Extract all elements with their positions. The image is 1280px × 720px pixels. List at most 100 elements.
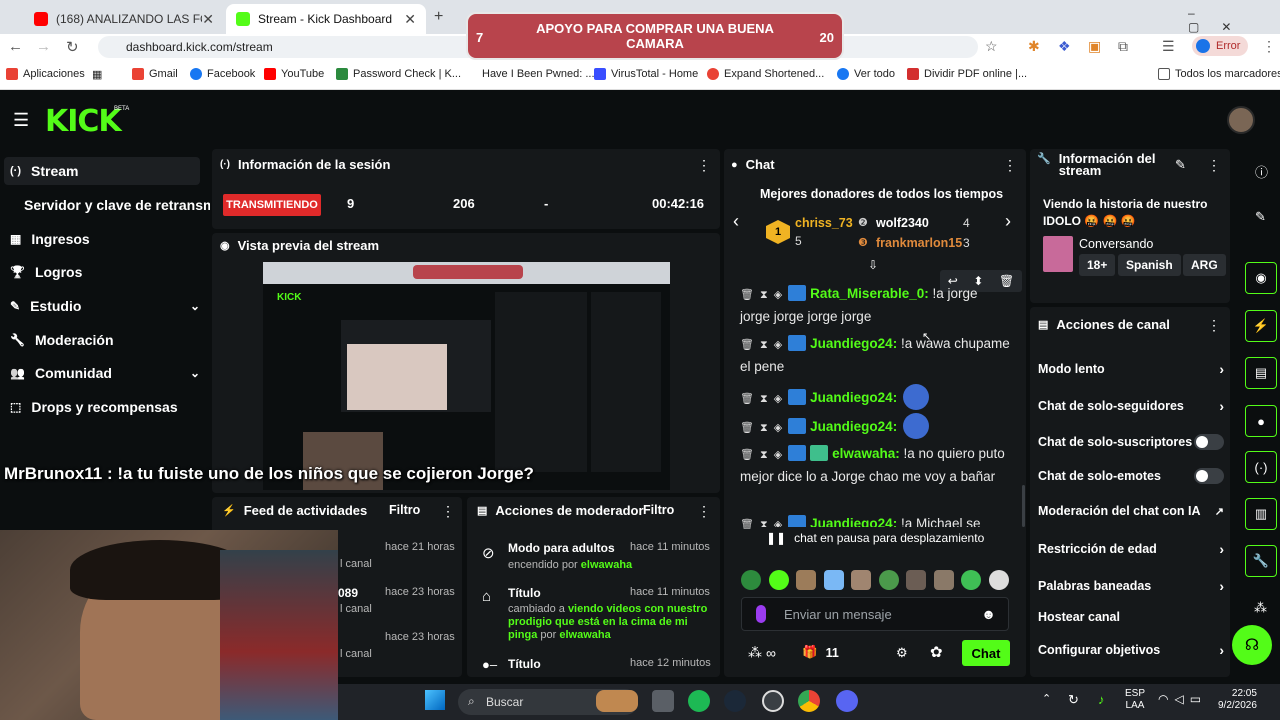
rail-bolt-icon[interactable]: ⚡: [1245, 310, 1277, 342]
kebab-menu-icon[interactable]: ⋮: [697, 157, 711, 174]
emote-icon[interactable]: [988, 570, 1009, 590]
windows-start-icon[interactable]: [425, 690, 445, 710]
rail-document-icon[interactable]: ▤: [1245, 357, 1277, 389]
chrome-icon[interactable]: [798, 690, 820, 712]
chat-paused-banner[interactable]: ❚❚ chat en pausa para desplazamiento: [760, 527, 1000, 549]
shield-icon[interactable]: ◈: [774, 449, 782, 461]
kick-logo[interactable]: KICK: [45, 104, 122, 139]
close-tab-icon[interactable]: ✕: [202, 11, 214, 28]
shield-icon[interactable]: ◈: [774, 289, 782, 301]
chat-message[interactable]: 🗑 ⧗ ◈ Juandiego24:: [740, 384, 1010, 410]
trash-icon[interactable]: 🗑: [740, 339, 754, 351]
chat-message[interactable]: 🗑 ⧗ ◈ Juandiego24: !a wawa chupame el pene: [740, 333, 1010, 377]
bookmark-pdf[interactable]: Dividir PDF online |...: [907, 68, 1027, 80]
sidebar-item-moderacion[interactable]: 🔧 Moderación: [10, 326, 200, 354]
bookmark-all[interactable]: Todos los marcadores: [1158, 68, 1280, 80]
tray-mic-icon[interactable]: ♪: [1098, 692, 1105, 707]
rail-broadcast-icon[interactable]: (·): [1245, 451, 1277, 483]
profile-error-button[interactable]: Error: [1192, 36, 1248, 56]
steam-icon[interactable]: [724, 690, 746, 712]
extensions-puzzle-icon[interactable]: ⧉: [1118, 38, 1128, 55]
action-configure-goals[interactable]: Configurar objetivos ›: [1038, 642, 1224, 658]
sidebar-item-stream[interactable]: (·) Stream: [4, 157, 200, 185]
chat-message[interactable]: 🗑 ⧗ ◈ elwawaha: !a no quiero puto mejor dic…: [740, 443, 1010, 487]
action-banned-words[interactable]: Palabras baneadas ›: [1038, 578, 1224, 594]
action-host-channel[interactable]: Hostear canal: [1038, 610, 1224, 624]
back-icon[interactable]: ←: [8, 38, 23, 55]
browser-tab-kick[interactable]: Stream - Kick Dashboard ✕: [226, 4, 426, 34]
window-controls[interactable]: –▢✕: [1188, 6, 1280, 34]
feed-filter-button[interactable]: Filtro: [389, 503, 420, 517]
trash-icon[interactable]: 🗑: [740, 393, 754, 405]
timeout-icon[interactable]: ⧗: [760, 422, 768, 434]
bookmark-star-icon[interactable]: ☆: [985, 38, 998, 55]
action-slow-mode[interactable]: Modo lento ›: [1038, 361, 1224, 377]
emote-picker-icon[interactable]: ✿: [930, 643, 943, 661]
stream-preview-video[interactable]: KICK: [263, 262, 670, 490]
bookmark-password-check[interactable]: Password Check | K...: [336, 68, 461, 80]
reload-icon[interactable]: ↻: [66, 38, 79, 56]
bookmark-ver-todo[interactable]: Ver todo: [837, 68, 895, 80]
kebab-menu-icon[interactable]: ⋮: [1207, 157, 1221, 174]
timeout-icon[interactable]: ⧗: [760, 339, 768, 351]
task-view-icon[interactable]: [652, 690, 674, 712]
timeout-icon[interactable]: ⧗: [760, 449, 768, 461]
tray-sync-icon[interactable]: ↻: [1068, 692, 1079, 708]
taskbar-widget-icon[interactable]: [596, 690, 638, 712]
sidebar-item-comunidad[interactable]: 👥 Comunidad ⌄: [10, 359, 200, 387]
emotes-only-toggle[interactable]: [1194, 468, 1224, 484]
info-icon[interactable]: ⓘ: [1255, 162, 1268, 181]
sidebar-item-logros[interactable]: 🏆 Logros: [10, 258, 200, 286]
emote-icon[interactable]: [741, 570, 761, 590]
spotify-icon[interactable]: [688, 690, 710, 712]
tray-network-volume-battery[interactable]: ◠◁▭: [1158, 692, 1207, 706]
tab-groups-icon[interactable]: ▦: [92, 68, 102, 81]
action-subscribers-only[interactable]: Chat de solo-suscriptores: [1038, 434, 1224, 450]
prev-arrow-icon[interactable]: ‹: [733, 211, 739, 232]
kebab-menu-icon[interactable]: ⋮: [1003, 157, 1017, 174]
discord-icon[interactable]: [836, 690, 858, 712]
extension-icon[interactable]: ❖: [1058, 38, 1071, 55]
sidebar-item-estudio[interactable]: ✎ Estudio ⌄: [10, 292, 200, 320]
timeout-icon[interactable]: ⧗: [760, 393, 768, 405]
tray-clock[interactable]: 22:05 9/2/2026: [1218, 688, 1257, 712]
mic-icon[interactable]: [756, 605, 766, 623]
browser-tab-youtube[interactable]: (168) ANALIZANDO LAS FOTOS ✕: [24, 4, 224, 34]
next-arrow-icon[interactable]: ›: [1005, 211, 1011, 232]
user-avatar[interactable]: [1227, 106, 1255, 134]
bookmark-hibp[interactable]: Have I Been Pwned: ...: [482, 68, 595, 80]
collapse-icon[interactable]: ⇩: [868, 258, 878, 272]
shield-icon[interactable]: ◈: [774, 339, 782, 351]
emote-icon[interactable]: [823, 570, 844, 590]
reading-list-icon[interactable]: ☰: [1162, 38, 1175, 55]
emote-icon[interactable]: [796, 570, 817, 590]
emote-icon[interactable]: [961, 570, 982, 590]
bookmark-facebook[interactable]: Facebook: [190, 68, 255, 80]
new-tab-button[interactable]: +: [434, 8, 443, 26]
bookmark-expand-url[interactable]: Expand Shortened...: [707, 68, 824, 80]
extension-icon[interactable]: ▣: [1088, 38, 1101, 55]
trash-icon[interactable]: 🗑: [740, 289, 754, 301]
rail-chat-icon[interactable]: ●: [1245, 405, 1277, 437]
action-ai-moderation[interactable]: Moderación del chat con IA ↗: [1038, 504, 1224, 518]
chat-message[interactable]: 🗑 ⧗ ◈ Rata_Miserable_0: !a jorge jorge jorg…: [740, 283, 1010, 327]
shield-icon[interactable]: ◈: [774, 422, 782, 434]
stream-category[interactable]: Conversando: [1079, 237, 1153, 251]
kebab-menu-icon[interactable]: ⋮: [697, 503, 711, 520]
emote-icon[interactable]: [906, 570, 927, 590]
action-age-restriction[interactable]: Restricción de edad ›: [1038, 541, 1224, 557]
emote-icon[interactable]: [878, 570, 899, 590]
mod-filter-button[interactable]: Filtro: [643, 503, 674, 517]
emote-icon[interactable]: [933, 570, 954, 590]
tray-language[interactable]: ESP LAA: [1125, 688, 1145, 712]
send-chat-button[interactable]: Chat: [962, 640, 1010, 666]
support-headset-icon[interactable]: ☊: [1232, 625, 1272, 665]
settings-gear-icon[interactable]: ⚙: [896, 645, 908, 661]
bookmark-youtube[interactable]: YouTube: [264, 68, 324, 80]
edit-pencil-icon[interactable]: ✎: [1175, 157, 1186, 173]
forward-icon[interactable]: →: [36, 38, 51, 55]
shield-icon[interactable]: ◈: [774, 393, 782, 405]
chat-message-input[interactable]: Enviar un mensaje ☻: [741, 597, 1009, 631]
edit-icon[interactable]: ✎: [1255, 209, 1266, 225]
hamburger-menu-icon[interactable]: ☰: [13, 110, 29, 131]
